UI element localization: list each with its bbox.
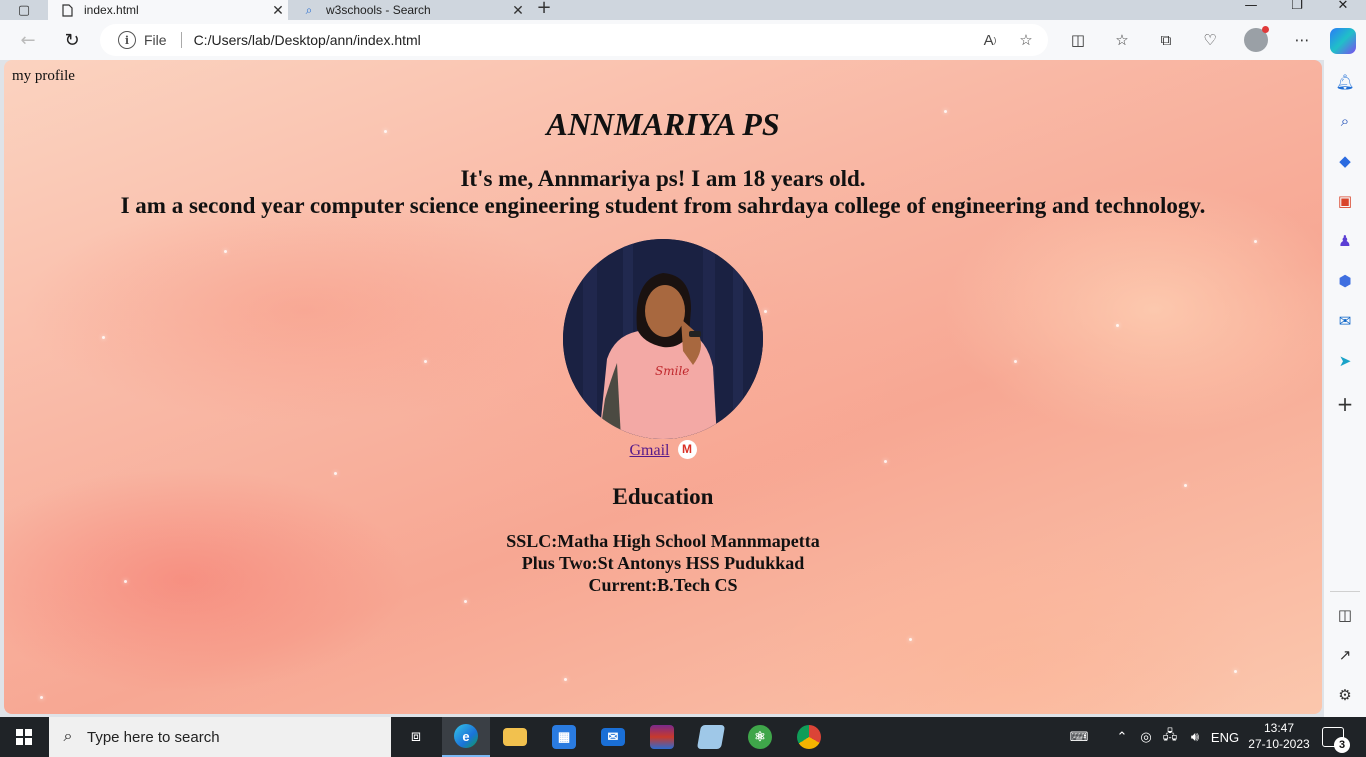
sidebar-divider xyxy=(1330,591,1360,592)
add-icon[interactable]: + xyxy=(1333,392,1357,416)
external-open-icon[interactable]: ↗ xyxy=(1333,643,1357,667)
language-indicator[interactable]: ENG xyxy=(1208,717,1242,757)
favorite-star-icon[interactable]: ☆ xyxy=(1012,26,1040,54)
profile-photo: Smile xyxy=(563,239,763,439)
tab-index-html[interactable]: index.html ✕ xyxy=(48,0,288,20)
notepad-icon[interactable] xyxy=(687,717,735,757)
clock-time: 13:47 xyxy=(1263,721,1295,735)
tab-title: w3schools - Search xyxy=(326,3,431,17)
edge-icon[interactable]: e xyxy=(442,717,490,757)
more-icon[interactable]: ⋯ xyxy=(1288,28,1316,52)
network-icon[interactable]: 🖧︎ xyxy=(1158,717,1182,757)
notification-count-badge: 3 xyxy=(1334,737,1350,753)
address-separator xyxy=(180,32,182,48)
page-viewport: my profile ANNMARIYA PS It's me, Annmari… xyxy=(4,60,1322,714)
favorites-icon[interactable]: ☆ xyxy=(1108,28,1136,52)
tab-w3schools-search[interactable]: ⌕ w3schools - Search ✕ xyxy=(290,0,528,20)
profile-notification-dot xyxy=(1262,26,1269,33)
read-aloud-icon[interactable]: A) xyxy=(976,26,1004,54)
clock[interactable]: 13:47 27-10-2023 xyxy=(1244,720,1314,752)
winrar-icon[interactable] xyxy=(638,717,686,757)
start-button[interactable] xyxy=(0,717,48,757)
window-close-button[interactable]: ✕ xyxy=(1320,0,1366,20)
tab-actions-icon[interactable]: ▢ xyxy=(6,0,42,20)
address-bar[interactable]: i File C:/Users/lab/Desktop/ann/index.ht… xyxy=(100,24,1048,56)
browser-essentials-icon[interactable]: ♡ xyxy=(1196,28,1224,52)
meet-now-icon[interactable]: ◎ xyxy=(1136,717,1156,757)
close-icon[interactable]: ✕ xyxy=(268,2,288,19)
education-item-current: Current:B.Tech CS xyxy=(588,575,738,595)
search-icon[interactable]: ⌕ xyxy=(1333,109,1357,133)
browser-toolbar: ← ↻ i File C:/Users/lab/Desktop/ann/inde… xyxy=(0,20,1366,60)
task-view-icon[interactable]: ⧈ xyxy=(392,717,440,757)
collections-icon[interactable]: ⧉ xyxy=(1152,28,1180,52)
bell-icon[interactable]: 🔔︎ xyxy=(1333,70,1357,94)
taskbar: ⌕ Type here to search ⧈ e ▦ ✉ ⚛ ⌨ ⌃ ◎ 🖧︎… xyxy=(0,717,1366,757)
intro-line-2: I am a second year computer science engi… xyxy=(120,193,1206,218)
back-button[interactable]: ← xyxy=(14,28,42,52)
copilot-icon[interactable] xyxy=(1330,28,1356,54)
intro-line-1: It's me, Annmariya ps! I am 18 years old… xyxy=(460,166,866,191)
education-item-sslc: SSLC:Matha High School Mannmapetta xyxy=(506,531,820,551)
store-icon[interactable]: ▦ xyxy=(540,717,588,757)
keyboard-icon[interactable]: ⌨ xyxy=(1064,717,1094,757)
gmail-icon[interactable]: M xyxy=(677,440,697,459)
office-icon[interactable]: ⬢ xyxy=(1333,269,1357,293)
gmail-link[interactable]: Gmail xyxy=(630,442,670,459)
education-heading: Education xyxy=(612,484,714,509)
page-title: ANNMARIYA PS xyxy=(546,106,780,142)
shopping-tag-icon[interactable]: ◆ xyxy=(1333,149,1357,173)
search-icon: ⌕ xyxy=(305,2,313,17)
atom-icon[interactable]: ⚛ xyxy=(736,717,784,757)
split-screen-icon[interactable]: ◫ xyxy=(1064,28,1092,52)
address-scheme-label: File xyxy=(144,32,167,48)
intro-text: It's me, Annmariya ps! I am 18 years old… xyxy=(4,165,1322,219)
volume-icon[interactable]: 🔊︎ xyxy=(1184,717,1206,757)
mail-icon[interactable]: ✉ xyxy=(589,717,637,757)
outlook-icon[interactable]: ✉ xyxy=(1333,309,1357,333)
restore-button[interactable]: ❐ xyxy=(1274,0,1320,20)
edge-sidebar: 🔔︎ ⌕ ◆ ▣ ♟ ⬢ ✉ ➤ + ◫ ↗ ⚙ xyxy=(1324,60,1366,717)
education-list: SSLC:Matha High School Mannmapetta Plus … xyxy=(4,530,1322,596)
close-icon[interactable]: ✕ xyxy=(508,2,528,19)
clock-date: 27-10-2023 xyxy=(1248,737,1310,751)
info-icon[interactable]: i xyxy=(118,31,136,49)
tab-strip: ▢ index.html ✕ ⌕ w3schools - Search ✕ + … xyxy=(0,0,1366,20)
site-name: my profile xyxy=(12,68,75,84)
address-url[interactable]: C:/Users/lab/Desktop/ann/index.html xyxy=(194,32,976,48)
taskbar-search[interactable]: ⌕ Type here to search xyxy=(49,717,391,757)
send-icon[interactable]: ➤ xyxy=(1333,349,1357,373)
hide-sidebar-icon[interactable]: ◫ xyxy=(1333,603,1357,627)
windows-icon xyxy=(16,729,32,745)
file-explorer-icon[interactable] xyxy=(491,717,539,757)
gmail-row: Gmail M xyxy=(4,440,1322,460)
minimize-button[interactable]: — xyxy=(1228,0,1274,20)
chrome-icon[interactable] xyxy=(785,717,833,757)
settings-icon[interactable]: ⚙ xyxy=(1333,683,1357,707)
svg-text:Smile: Smile xyxy=(655,364,689,378)
page-icon xyxy=(60,3,74,17)
toolbox-icon[interactable]: ▣ xyxy=(1333,189,1357,213)
tab-title: index.html xyxy=(84,3,139,17)
refresh-button[interactable]: ↻ xyxy=(58,28,86,52)
show-hidden-icons-chevron-icon[interactable]: ⌃ xyxy=(1110,717,1134,757)
taskbar-search-placeholder: Type here to search xyxy=(87,728,220,746)
new-tab-button[interactable]: + xyxy=(534,0,554,20)
search-icon: ⌕ xyxy=(63,728,73,745)
games-icon[interactable]: ♟ xyxy=(1333,229,1357,253)
education-item-plus-two: Plus Two:St Antonys HSS Pudukkad xyxy=(521,553,805,573)
